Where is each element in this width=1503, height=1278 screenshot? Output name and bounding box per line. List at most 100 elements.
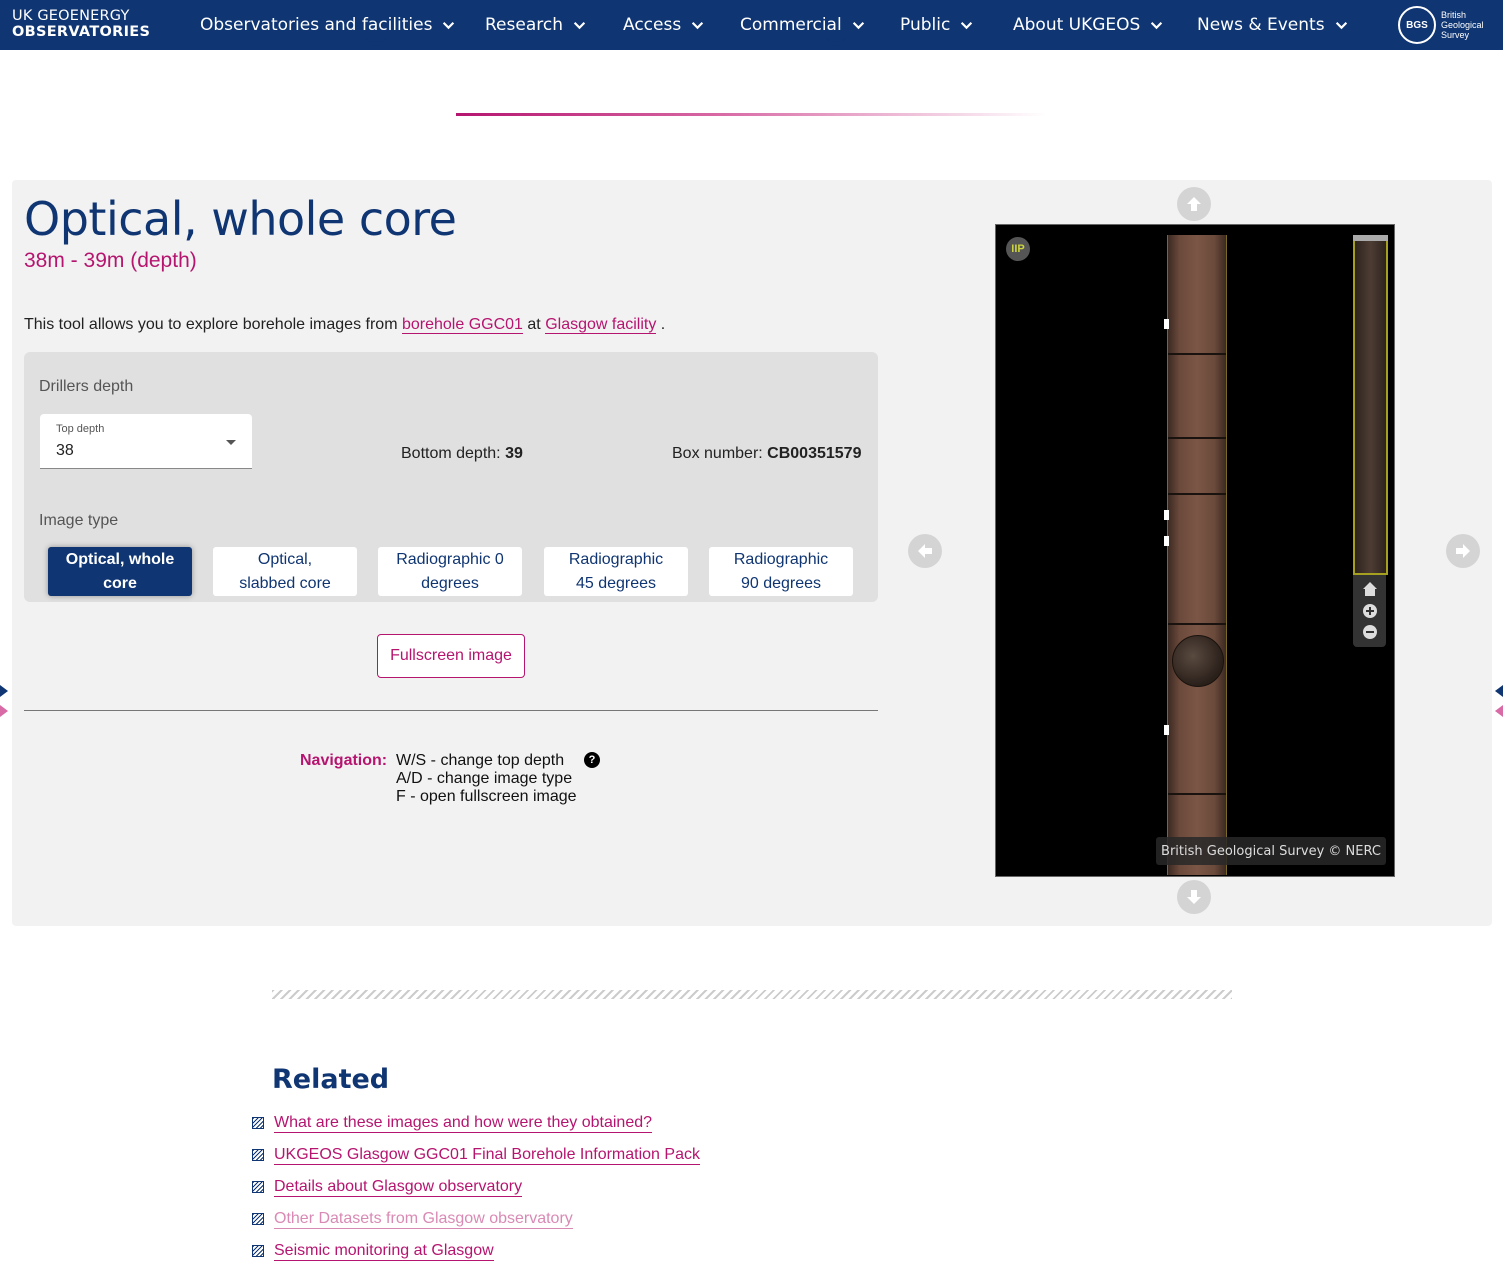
bottom-depth-label: Bottom depth: [401,445,501,462]
previous-image-type-button[interactable] [908,534,942,568]
depth-marker [1164,725,1169,735]
chevron-down-icon [443,21,455,29]
navigator-thumbnail[interactable] [1353,235,1388,575]
core-fracture [1168,623,1226,625]
bgs-logo-line: Geological [1441,20,1484,30]
shortcut-line: F - open fullscreen image [396,788,577,805]
list-item: Details about Glasgow observatory [252,1177,523,1197]
brand-line-2: OBSERVATORIES [12,23,151,40]
button-line: degrees [421,575,479,592]
button-line: Radiographic [568,551,664,568]
core-image [1167,235,1227,875]
list-bullet-icon [252,1149,264,1161]
image-type-radiographic-45[interactable]: Radiographic 45 degrees [544,547,688,596]
arrow-up-icon [1187,197,1201,211]
scrolled-heading-fragment [0,38,1503,52]
nav-label: News & Events [1197,15,1325,35]
fullscreen-image-button[interactable]: Fullscreen image [377,634,525,678]
nav-label: Access [623,15,682,35]
site-logo[interactable]: UK GEOENERGY OBSERVATORIES [12,9,150,39]
image-type-radiographic-0[interactable]: Radiographic 0 degrees [378,547,522,596]
page-title: Optical, whole core [24,192,457,246]
shortcut-line: A/D - change image type [396,770,573,787]
next-depth-button[interactable] [1177,880,1211,914]
chevron-down-icon [573,21,586,29]
home-icon[interactable] [1361,580,1378,597]
bgs-logo-line: British [1441,10,1467,20]
intro-text: This tool allows you to explore borehole… [24,316,665,334]
related-title: Related [272,1064,390,1095]
arrow-right-icon [1456,544,1470,558]
zoom-out-icon[interactable] [1361,623,1378,640]
intro-after: . [660,316,666,333]
side-decoration-left [0,685,8,717]
section-divider [24,710,878,711]
arrow-down-icon [1187,890,1201,904]
chevron-down-icon [692,21,704,29]
related-link[interactable]: What are these images and how were they … [274,1114,653,1133]
list-bullet-icon [252,1117,264,1129]
borehole-link[interactable]: borehole GGC01 [401,316,523,334]
nav-label: Commercial [740,15,842,35]
side-decoration-right [1495,685,1503,717]
borehole-image-panel: Optical, whole core 38m - 39m (depth) Th… [12,180,1492,926]
iip-logo: IIP [1006,237,1030,261]
core-image-viewer[interactable]: IIP British Geological Survey © NERC [995,224,1395,877]
button-line: Radiographic 0 [396,551,504,568]
chevron-down-icon [1151,21,1163,29]
related-link[interactable]: Details about Glasgow observatory [274,1178,523,1197]
top-depth-value: 38 [56,442,74,459]
intro-before: This tool allows you to explore borehole… [24,316,398,333]
box-number: Box number: CB00351579 [672,445,861,463]
list-bullet-icon [252,1213,264,1225]
image-type-radiographic-90[interactable]: Radiographic 90 degrees [709,547,853,596]
core-fracture [1168,793,1226,795]
accent-divider [456,113,1046,116]
depth-marker [1164,319,1169,329]
core-fracture [1168,353,1226,355]
depth-marker [1164,510,1169,520]
list-item: Seismic monitoring at Glasgow [252,1241,494,1261]
image-type-optical-slabbed-core[interactable]: Optical, slabbed core [213,547,357,596]
image-type-optical-whole-core[interactable]: Optical, whole core [48,547,192,596]
help-icon[interactable]: ? [584,752,600,768]
related-link[interactable]: Seismic monitoring at Glasgow [274,1242,494,1261]
chevron-down-icon [852,21,864,29]
shortcut-line: W/S - change top depth [396,752,565,769]
heading-glyph-fragment [826,38,846,46]
button-line: Optical, [257,551,313,568]
next-image-type-button[interactable] [1446,534,1480,568]
image-credit: British Geological Survey © NERC [1156,837,1386,865]
button-line: slabbed core [239,575,331,592]
facility-link[interactable]: Glasgow facility [545,316,657,334]
nav-label: Public [900,15,951,35]
depth-range-subtitle: 38m - 39m (depth) [24,249,197,272]
drillers-depth-label: Drillers depth [39,378,134,395]
list-item: UKGEOS Glasgow GGC01 Final Borehole Info… [252,1145,700,1165]
nav-label: Research [485,15,563,35]
core-fracture [1168,437,1226,439]
navigation-label: Navigation: [300,752,388,769]
heading-glyph-fragment [366,38,386,46]
brand-line-1: UK GEOENERGY [12,8,130,24]
core-fracture [1168,493,1226,495]
bgs-logo-text: British Geological Survey [1441,10,1484,40]
top-depth-select[interactable]: Top depth 38 [40,414,252,469]
top-depth-label: Top depth [56,423,105,435]
button-line: 90 degrees [740,575,822,592]
zoom-in-icon[interactable] [1361,602,1378,619]
bottom-depth-value: 39 [505,445,523,462]
previous-depth-button[interactable] [1177,187,1211,221]
box-number-value: CB00351579 [767,445,862,462]
nav-label: About UKGEOS [1013,15,1141,35]
bottom-depth: Bottom depth: 39 [401,445,523,463]
core-disc [1172,635,1224,687]
list-bullet-icon [252,1245,264,1257]
arrow-left-icon [918,544,932,558]
chevron-down-icon [1335,21,1347,29]
nav-label: Observatories and facilities [200,15,433,35]
related-link[interactable]: Other Datasets from Glasgow observatory [274,1210,573,1229]
chevron-down-icon [961,21,973,29]
navigation-shortcuts: W/S - change top depth A/D - change imag… [396,752,577,806]
related-link[interactable]: UKGEOS Glasgow GGC01 Final Borehole Info… [274,1146,700,1165]
